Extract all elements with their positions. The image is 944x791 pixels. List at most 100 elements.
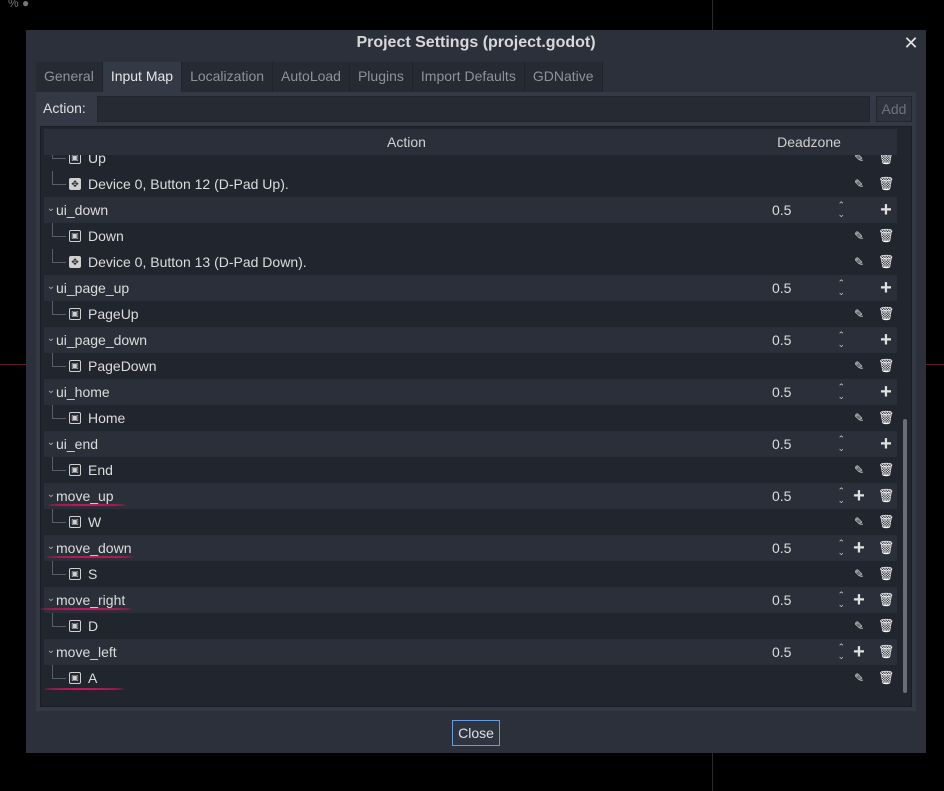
trash-icon[interactable]: 🗑 xyxy=(876,512,896,532)
tab-general[interactable]: General xyxy=(36,62,103,92)
deadzone-spinbox[interactable]: 0.5 ⌃ ⌄ xyxy=(769,433,847,455)
trash-icon[interactable]: 🗑 xyxy=(876,642,896,662)
input-map-panel: Action: Add Action Deadzone ▣ Up ✎ 🗑 ✥ Device… xyxy=(36,92,916,711)
joypad-icon: ✥ xyxy=(69,178,81,190)
add-event-button[interactable]: + xyxy=(849,486,869,506)
add-event-button[interactable]: + xyxy=(876,382,896,402)
deadzone-spinbox[interactable]: 0.5 ⌃ ⌄ xyxy=(769,641,847,663)
trash-icon[interactable]: 🗑 xyxy=(876,564,896,584)
collapse-chevron-icon[interactable]: ⌄ xyxy=(46,384,56,398)
trash-icon[interactable]: 🗑 xyxy=(876,486,896,506)
trash-icon[interactable]: 🗑 xyxy=(876,460,896,480)
close-button[interactable]: Close xyxy=(452,720,500,746)
keyboard-icon: ▣ xyxy=(69,516,81,528)
tab-localization[interactable]: Localization xyxy=(182,62,274,92)
tab-autoload[interactable]: AutoLoad xyxy=(273,62,350,92)
trash-icon[interactable]: 🗑 xyxy=(876,590,896,610)
collapse-chevron-icon[interactable]: ⌄ xyxy=(46,436,56,450)
tree-guide-line xyxy=(52,509,53,523)
tree-guide-line xyxy=(52,574,66,575)
edit-icon[interactable]: ✎ xyxy=(849,155,869,168)
collapse-chevron-icon[interactable]: ⌄ xyxy=(46,280,56,294)
edit-icon[interactable]: ✎ xyxy=(849,408,869,428)
tree-guide-line xyxy=(52,301,53,315)
tab-input-map[interactable]: Input Map xyxy=(102,62,183,92)
deadzone-spinbox[interactable]: 0.5 ⌃ ⌄ xyxy=(769,329,847,351)
edit-icon[interactable]: ✎ xyxy=(849,226,869,246)
spin-arrows-icon[interactable]: ⌃ ⌄ xyxy=(837,643,845,661)
deadzone-spinbox[interactable]: 0.5 ⌃ ⌄ xyxy=(769,589,847,611)
edit-icon[interactable]: ✎ xyxy=(849,252,869,272)
trash-icon[interactable]: 🗑 xyxy=(876,252,896,272)
deadzone-spinbox[interactable]: 0.5 ⌃ ⌄ xyxy=(769,199,847,221)
add-action-button[interactable]: Add xyxy=(876,96,912,122)
trash-icon[interactable]: 🗑 xyxy=(876,304,896,324)
trash-icon[interactable]: 🗑 xyxy=(876,356,896,376)
spin-arrows-icon[interactable]: ⌃ ⌄ xyxy=(837,487,845,505)
action-row: ⌄ ui_page_down 0.5 ⌃ ⌄ + xyxy=(44,327,897,353)
background-line xyxy=(712,753,713,791)
event-row: ▣ D ✎ 🗑 xyxy=(44,613,897,639)
event-row: ▣ PageUp ✎ 🗑 xyxy=(44,301,897,327)
deadzone-spinbox[interactable]: 0.5 ⌃ ⌄ xyxy=(769,277,847,299)
keyboard-icon: ▣ xyxy=(69,308,81,320)
tab-gdnative[interactable]: GDNative xyxy=(524,62,603,92)
scrollbar-thumb[interactable] xyxy=(903,419,907,693)
collapse-chevron-icon[interactable]: ⌄ xyxy=(46,644,56,658)
add-event-button[interactable]: + xyxy=(849,538,869,558)
edit-icon[interactable]: ✎ xyxy=(849,668,869,688)
collapse-chevron-icon[interactable]: ⌄ xyxy=(46,332,56,346)
add-event-button[interactable]: + xyxy=(876,200,896,220)
collapse-chevron-icon[interactable]: ⌄ xyxy=(46,592,56,606)
edit-icon[interactable]: ✎ xyxy=(849,512,869,532)
spin-arrows-icon[interactable]: ⌃ ⌄ xyxy=(837,539,845,557)
collapse-chevron-icon[interactable]: ⌄ xyxy=(46,540,56,554)
close-icon[interactable]: ✕ xyxy=(902,32,920,54)
action-name: ui_home xyxy=(56,384,110,400)
trash-icon[interactable]: 🗑 xyxy=(876,538,896,558)
spin-arrows-icon[interactable]: ⌃ ⌄ xyxy=(837,279,845,297)
edit-icon[interactable]: ✎ xyxy=(849,460,869,480)
background-line xyxy=(0,364,26,365)
annotation-underline xyxy=(48,504,126,506)
trash-icon[interactable]: 🗑 xyxy=(876,668,896,688)
tree-guide-line xyxy=(52,249,53,263)
action-name-input[interactable] xyxy=(97,96,870,122)
event-label: Home xyxy=(88,410,126,426)
input-map-tree: Action Deadzone ▣ Up ✎ 🗑 ✥ Device 0, Button 1… xyxy=(40,126,912,707)
tree-guide-line xyxy=(52,613,53,627)
spin-arrows-icon[interactable]: ⌃ ⌄ xyxy=(837,435,845,453)
deadzone-spinbox[interactable]: 0.5 ⌃ ⌄ xyxy=(769,381,847,403)
spin-arrows-icon[interactable]: ⌃ ⌄ xyxy=(837,591,845,609)
spin-arrows-icon[interactable]: ⌃ ⌄ xyxy=(837,331,845,349)
deadzone-spinbox[interactable]: 0.5 ⌃ ⌄ xyxy=(769,485,847,507)
spin-arrows-icon[interactable]: ⌃ ⌄ xyxy=(837,201,845,219)
add-event-button[interactable]: + xyxy=(876,330,896,350)
event-row: ▣ Up ✎ 🗑 xyxy=(44,155,897,171)
trash-icon[interactable]: 🗑 xyxy=(876,226,896,246)
event-row: ▣ PageDown ✎ 🗑 xyxy=(44,353,897,379)
tab-import-defaults[interactable]: Import Defaults xyxy=(412,62,525,92)
edit-icon[interactable]: ✎ xyxy=(849,174,869,194)
tab-plugins[interactable]: Plugins xyxy=(349,62,413,92)
tree-guide-line xyxy=(52,223,53,237)
collapse-chevron-icon[interactable]: ⌄ xyxy=(46,488,56,502)
event-label: PageUp xyxy=(88,306,139,322)
trash-icon[interactable]: 🗑 xyxy=(876,174,896,194)
edit-icon[interactable]: ✎ xyxy=(849,564,869,584)
action-name: move_left xyxy=(56,644,117,660)
add-event-button[interactable]: + xyxy=(876,278,896,298)
edit-icon[interactable]: ✎ xyxy=(849,356,869,376)
edit-icon[interactable]: ✎ xyxy=(849,616,869,636)
add-event-button[interactable]: + xyxy=(849,642,869,662)
deadzone-spinbox[interactable]: 0.5 ⌃ ⌄ xyxy=(769,537,847,559)
trash-icon[interactable]: 🗑 xyxy=(876,616,896,636)
collapse-chevron-icon[interactable]: ⌄ xyxy=(46,202,56,216)
spin-arrows-icon[interactable]: ⌃ ⌄ xyxy=(837,383,845,401)
edit-icon[interactable]: ✎ xyxy=(849,304,869,324)
add-event-button[interactable]: + xyxy=(849,590,869,610)
vertical-scrollbar[interactable] xyxy=(901,131,909,700)
trash-icon[interactable]: 🗑 xyxy=(876,408,896,428)
add-event-button[interactable]: + xyxy=(876,434,896,454)
trash-icon[interactable]: 🗑 xyxy=(876,155,896,168)
